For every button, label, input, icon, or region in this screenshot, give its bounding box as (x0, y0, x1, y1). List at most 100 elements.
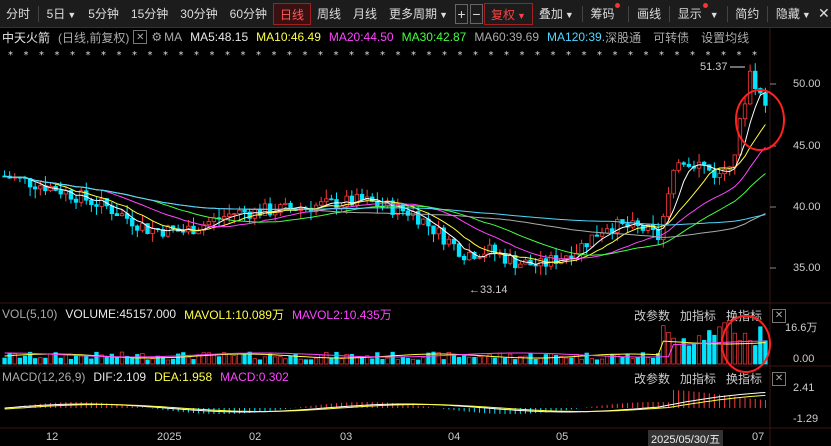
volume-bar (114, 356, 120, 365)
event-marker: * (752, 50, 757, 61)
volume-bar (68, 358, 74, 365)
volume-bar (645, 357, 651, 365)
volume-bar (502, 357, 508, 365)
candle-body (94, 204, 99, 207)
mavol1-line (4, 340, 766, 359)
candle-body (405, 210, 411, 216)
candle-body (461, 255, 467, 261)
volume-bar (196, 354, 201, 365)
volume-bar (273, 356, 278, 365)
volume-bar (33, 358, 38, 365)
volume-bar (257, 359, 263, 365)
volume-bar (456, 357, 462, 365)
volume-bar (696, 335, 702, 365)
volume-bar (390, 351, 395, 365)
candle-body (227, 213, 232, 217)
volume-bar (712, 334, 717, 365)
event-marker: * (659, 50, 664, 61)
volume-bar (650, 357, 656, 365)
event-marker: * (8, 50, 13, 61)
event-marker: * (163, 50, 168, 61)
candle-body (753, 70, 758, 89)
candle-body (431, 225, 436, 235)
volume-bar (513, 359, 518, 365)
volume-bar (170, 358, 176, 365)
chart-grid (0, 28, 831, 446)
event-marker: * (70, 50, 75, 61)
candle-body (140, 223, 145, 231)
candle-body (701, 161, 707, 166)
candle-body (579, 243, 584, 254)
volume-bar (370, 358, 375, 365)
event-marker: * (365, 50, 370, 61)
volume-bar (599, 358, 605, 365)
volume-bar (594, 359, 600, 365)
candle-body (518, 263, 523, 269)
candle-body (334, 199, 339, 210)
volume-bar (507, 353, 513, 365)
volume-bar (7, 352, 12, 365)
volume-bar (553, 354, 559, 365)
volume-bar (691, 343, 697, 365)
volume-bar (686, 345, 691, 365)
volume-bar (400, 357, 406, 365)
event-marker: * (318, 50, 323, 61)
event-marker: * (101, 50, 106, 61)
volume-bar (416, 359, 421, 365)
volume-bar (523, 355, 528, 365)
volume-bar (313, 357, 319, 365)
event-marker: * (675, 50, 680, 61)
candle-body (589, 234, 595, 248)
volume-bar (293, 353, 298, 365)
event-marker: * (489, 50, 494, 61)
volume-bar (732, 332, 737, 365)
volume-bar (410, 358, 416, 365)
event-marker: * (24, 50, 29, 61)
event-marker: * (334, 50, 339, 61)
volume-bar (232, 355, 237, 365)
volume-bar (262, 356, 268, 365)
volume-bar (130, 357, 135, 365)
candle-body (446, 238, 452, 245)
candle-body (130, 217, 135, 227)
candle-body (288, 202, 293, 210)
event-marker: * (148, 50, 153, 61)
event-marker: * (504, 50, 509, 61)
volume-bar (43, 357, 48, 365)
volume-bar (288, 355, 293, 365)
candle-body (84, 190, 89, 201)
candle-body (283, 202, 288, 206)
volume-bar (104, 356, 109, 365)
candle-body (242, 209, 247, 213)
volume-bar (395, 359, 400, 365)
candle-body (742, 103, 748, 120)
volume-bar (165, 359, 171, 365)
volume-bar (625, 353, 630, 365)
candle-body (594, 234, 600, 237)
volume-bar (528, 353, 533, 365)
volume-bar (319, 354, 324, 365)
volume-bar (227, 353, 232, 365)
volume-bar (267, 353, 273, 365)
candle-body (38, 185, 43, 190)
volume-bar (426, 352, 431, 365)
candle-body (135, 225, 140, 231)
candle-body (73, 198, 79, 203)
volume-bar (211, 354, 217, 365)
candle-body (324, 198, 329, 203)
event-marker: * (566, 50, 571, 61)
volume-bar (329, 357, 334, 365)
volume-bar (17, 357, 23, 365)
event-marker: * (396, 50, 401, 61)
candle-body (507, 255, 513, 264)
candle-body (436, 227, 441, 235)
candle-body (456, 243, 462, 257)
candle-body (181, 230, 186, 233)
event-marker: * (458, 50, 463, 61)
volume-bar (385, 357, 390, 365)
volume-bar (94, 351, 99, 365)
event-marker: * (613, 50, 618, 61)
event-marker: * (411, 50, 416, 61)
kline-chart[interactable]: * * * * * * * * * * * * * * * * * * * * * * * * * * * * * * * * * * * * * * * *… (0, 0, 831, 446)
volume-bar (579, 358, 584, 365)
